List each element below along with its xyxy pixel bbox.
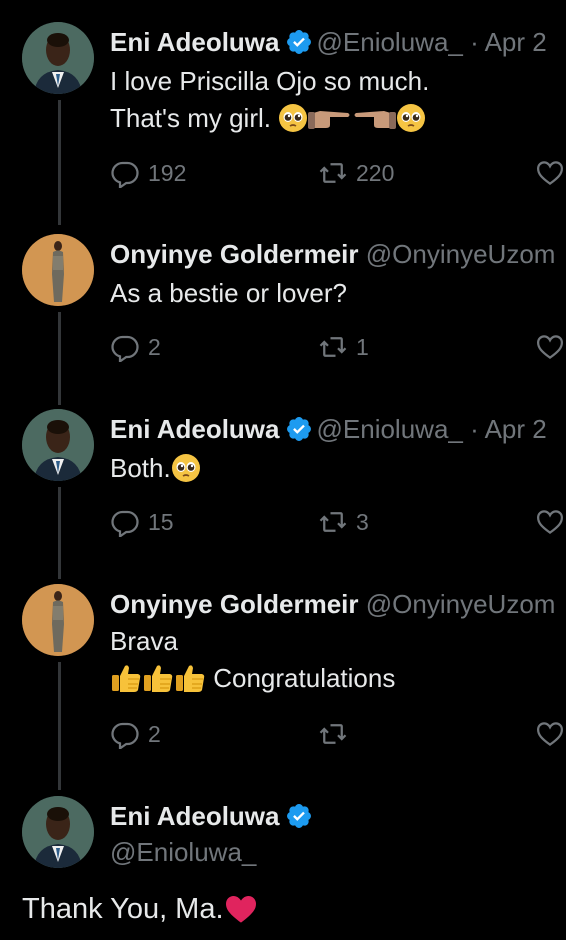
author-handle[interactable]: @Enioluwa_ xyxy=(317,27,463,57)
point-right-emoji xyxy=(308,103,352,143)
thread-line xyxy=(58,100,61,225)
separator: · xyxy=(470,414,479,444)
reply-count: 192 xyxy=(148,159,187,186)
reply-button[interactable]: 192 xyxy=(110,158,186,188)
tweet-header: Onyinye Goldermeir @OnyinyeUzom xyxy=(110,238,555,270)
thread-line xyxy=(58,487,61,579)
retweet-button[interactable]: 1 xyxy=(318,332,369,362)
avatar[interactable] xyxy=(22,22,94,94)
tweet-line-2: That's my girl. xyxy=(110,100,429,143)
heart-icon xyxy=(536,510,564,535)
retweet-count: 1 xyxy=(356,333,369,360)
reply-icon xyxy=(111,722,139,749)
thumbs-up-emoji xyxy=(142,663,174,703)
avatar-image xyxy=(22,584,94,656)
retweet-icon xyxy=(319,337,347,357)
reply-count: 2 xyxy=(148,333,161,360)
author-handle[interactable]: @Enioluwa_ xyxy=(110,834,317,870)
tweet-line: Both. xyxy=(110,450,201,493)
tweet-date[interactable]: Apr 2 xyxy=(485,27,547,57)
like-button[interactable] xyxy=(535,158,566,188)
separator: · xyxy=(470,27,479,57)
like-button[interactable] xyxy=(535,332,566,362)
retweet-icon xyxy=(319,163,347,183)
avatar-image xyxy=(22,409,94,481)
retweet-count: 220 xyxy=(356,159,395,186)
reply-icon xyxy=(111,161,139,188)
author-name[interactable]: Onyinye Goldermeir xyxy=(110,589,359,619)
retweet-button[interactable] xyxy=(318,719,356,749)
tweet-text: As a bestie or lover? xyxy=(110,275,347,312)
heart-icon xyxy=(536,335,564,360)
thread-line xyxy=(58,312,61,405)
tweet-actions: 2 xyxy=(110,719,566,753)
reply-button[interactable]: 15 xyxy=(110,507,174,537)
avatar-image xyxy=(22,22,94,94)
retweet-button[interactable]: 3 xyxy=(318,507,369,537)
tweet-actions: 192 220 xyxy=(110,158,566,192)
tweet-header: Eni Adeoluwa @Enioluwa_ · Apr 2 xyxy=(110,26,547,58)
pleading-face-emoji xyxy=(278,103,308,143)
tweet-header: Eni Adeoluwa @Enioluwa_ · Apr 2 xyxy=(110,413,547,445)
author-name[interactable]: Eni Adeoluwa xyxy=(110,801,280,831)
author-name[interactable]: Eni Adeoluwa xyxy=(110,27,280,57)
verified-badge-icon xyxy=(286,30,311,54)
tweet-text: Brava Congratulations xyxy=(110,623,395,703)
avatar[interactable] xyxy=(22,409,94,481)
thumbs-up-emoji xyxy=(174,663,206,703)
point-left-emoji xyxy=(352,103,397,143)
reply-button[interactable]: 2 xyxy=(110,719,161,749)
avatar[interactable] xyxy=(22,796,94,868)
reply-button[interactable]: 2 xyxy=(110,332,161,362)
avatar[interactable] xyxy=(22,234,94,306)
tweet-date[interactable]: Apr 2 xyxy=(485,414,547,444)
author-name[interactable]: Eni Adeoluwa xyxy=(110,414,280,444)
reply-icon xyxy=(111,510,139,537)
author-handle[interactable]: @Enioluwa_ xyxy=(317,414,463,444)
tweet-header: Onyinye Goldermeir @OnyinyeUzom xyxy=(110,588,555,620)
retweet-button[interactable]: 220 xyxy=(318,158,394,188)
pleading-face-emoji xyxy=(171,453,201,493)
tweet-header: Eni Adeoluwa @Enioluwa_ xyxy=(110,798,317,870)
red-heart-emoji xyxy=(224,894,258,932)
avatar-image xyxy=(22,796,94,868)
avatar[interactable] xyxy=(22,584,94,656)
author-name[interactable]: Onyinye Goldermeir xyxy=(110,239,359,269)
tweet-actions: 15 3 xyxy=(110,507,566,541)
tweet-actions: 2 1 xyxy=(110,332,566,366)
like-button[interactable] xyxy=(535,507,566,537)
reply-count: 15 xyxy=(148,508,174,535)
reply-icon xyxy=(111,335,139,362)
retweet-icon xyxy=(319,724,347,744)
verified-badge-icon xyxy=(286,417,311,441)
main-tweet-text: Thank You, Ma. xyxy=(22,893,258,932)
heart-icon xyxy=(536,161,564,186)
like-button[interactable] xyxy=(535,719,566,749)
tweet-line-2: Congratulations xyxy=(110,660,395,703)
thumbs-up-emoji xyxy=(110,663,142,703)
reply-count: 2 xyxy=(148,720,161,747)
author-handle[interactable]: @OnyinyeUzom xyxy=(366,239,556,269)
avatar-image xyxy=(22,234,94,306)
pleading-face-emoji xyxy=(396,103,426,143)
tweet-line: Brava xyxy=(110,626,178,656)
heart-icon xyxy=(536,722,564,747)
retweet-count: 3 xyxy=(356,508,369,535)
tweet-line: I love Priscilla Ojo so much. xyxy=(110,66,430,96)
tweet-text: Both. xyxy=(110,450,201,493)
thread-line xyxy=(58,662,61,790)
retweet-icon xyxy=(319,512,347,532)
author-handle[interactable]: @OnyinyeUzom xyxy=(366,589,556,619)
tweet-line: As a bestie or lover? xyxy=(110,278,348,308)
tweet-text: I love Priscilla Ojo so much. That's my … xyxy=(110,63,429,143)
verified-badge-icon xyxy=(286,804,311,828)
